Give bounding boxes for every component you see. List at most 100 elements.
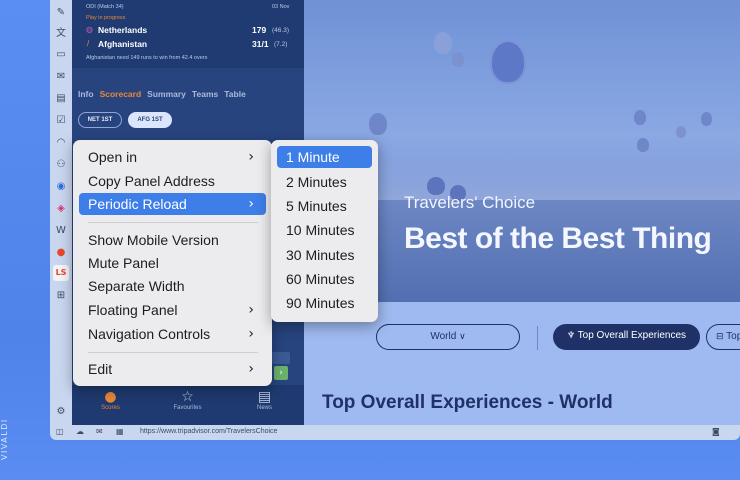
submenu-item-90-minutes[interactable]: 90 Minutes (277, 292, 372, 314)
menu-item-show-mobile-version[interactable]: Show Mobile Version (79, 229, 266, 251)
panel-toggle-icon[interactable]: ◫ (56, 427, 64, 436)
calendar-status-icon[interactable]: ▦ (116, 427, 124, 436)
submenu-item-5-minutes[interactable]: 5 Minutes (277, 195, 372, 217)
nav-news[interactable]: ▤ News (226, 389, 303, 411)
submenu-item-10-minutes[interactable]: 10 Minutes (277, 219, 372, 241)
tab-summary[interactable]: Summary (147, 89, 186, 99)
match-status: Play in progress (86, 15, 126, 21)
calendar-icon[interactable]: ▤ (54, 92, 68, 106)
settings-icon[interactable]: ⚙ (54, 405, 68, 419)
submenu-item-60-minutes[interactable]: 60 Minutes (277, 268, 372, 290)
menu-separator (88, 222, 258, 223)
match-tabs: Info Scorecard Summary Teams Table (78, 84, 252, 102)
balloon-icon (369, 113, 387, 135)
innings-net-button[interactable]: NET 1ST (78, 112, 122, 128)
notes-icon[interactable]: ✎ (54, 6, 68, 20)
mail-status-icon[interactable]: ✉ (96, 427, 103, 436)
section-title: Top Overall Experiences - World (322, 392, 613, 413)
livescore-panel-icon[interactable]: LS (53, 265, 69, 281)
bat-icon: / (87, 39, 90, 48)
menu-item-mute-panel[interactable]: Mute Panel (79, 252, 266, 274)
panel-badge (272, 352, 290, 364)
menu-item-separate-width-label: Separate Width (88, 278, 185, 294)
nav-favourites-label: Favourites (173, 405, 202, 411)
mail-icon[interactable]: ✉ (54, 70, 68, 84)
chevron-right-icon: › (248, 149, 254, 165)
balloon-icon (676, 126, 686, 138)
team2-name: Afghanistan (98, 39, 148, 49)
submenu-item-30-minutes[interactable]: 30 Minutes (277, 244, 372, 266)
submenu-item-1-minute[interactable]: 1 Minute (277, 146, 372, 168)
tab-scorecard[interactable]: Scorecard (100, 89, 142, 99)
menu-item-navigation-controls[interactable]: Navigation Controls › (79, 323, 266, 345)
team1-name: Netherlands (98, 25, 148, 35)
contacts-icon[interactable]: ⚇ (54, 158, 68, 172)
wikipedia-icon[interactable]: W (54, 224, 68, 238)
menu-item-navigation-label: Navigation Controls (88, 326, 211, 342)
match-type: ODI (Match 34) (86, 4, 124, 10)
top-overall-experiences-chip[interactable]: ♆ Top Overall Experiences (553, 324, 700, 350)
balloon-icon (634, 110, 646, 125)
nav-news-label: News (256, 405, 272, 411)
menu-item-copy-panel-address[interactable]: Copy Panel Address (79, 170, 266, 192)
chevron-down-icon: ∨ (459, 332, 466, 342)
tasks-icon[interactable]: ☑ (54, 114, 68, 128)
match-note: Afghanistan need 149 runs to win from 42… (86, 55, 208, 61)
translate-icon[interactable]: 文 (54, 27, 68, 41)
team1-score: 179 (252, 25, 267, 35)
top-attractions-label: Top Attractio (726, 331, 740, 342)
sync-cloud-icon[interactable]: ☁ (76, 427, 84, 436)
chevron-right-icon: › (248, 361, 254, 377)
chevron-right-icon: › (248, 196, 254, 212)
camera-icon[interactable]: ◙ (712, 427, 720, 436)
panel-context-menu: Open in › Copy Panel Address Periodic Rel… (73, 140, 272, 386)
tab-teams[interactable]: Teams (192, 89, 218, 99)
menu-item-mobile-label: Show Mobile Version (88, 232, 219, 248)
tab-info[interactable]: Info (78, 89, 94, 99)
pocket-icon[interactable]: ◈ (54, 202, 68, 216)
periodic-reload-submenu: 1 Minute 2 Minutes 5 Minutes 10 Minutes … (271, 140, 378, 322)
window-icon[interactable]: ▭ (54, 48, 68, 62)
hero-title: Best of the Best Thing (404, 222, 712, 255)
world-dropdown[interactable]: World ∨ (376, 324, 520, 350)
world-dropdown-label: World (430, 331, 457, 342)
top-overall-label: Top Overall Experiences (577, 330, 687, 341)
chevron-right-icon: › (248, 302, 254, 318)
balloon-icon (490, 40, 526, 84)
mastodon-icon[interactable]: ◉ (54, 180, 68, 194)
balloon-icon (637, 138, 649, 152)
nav-favourites[interactable]: ☆ Favourites (149, 389, 226, 411)
top-attractions-chip[interactable]: ⊟ Top Attractio (706, 324, 740, 350)
menu-item-mute-label: Mute Panel (88, 255, 159, 271)
menu-item-edit-label: Edit (88, 361, 113, 377)
menu-item-separate-width[interactable]: Separate Width (79, 275, 266, 297)
match-card[interactable]: ODI (Match 34) 03 Nov Play in progress ◍… (72, 0, 304, 68)
chevron-right-icon: › (248, 326, 254, 342)
team2-score: 31/1 (252, 39, 269, 49)
cricket-ball-icon: ● (104, 389, 117, 405)
balloon-icon (434, 32, 452, 54)
next-arrow-icon[interactable]: › (274, 366, 288, 380)
hero-subtitle: Travelers' Choice (404, 193, 536, 212)
status-url: https://www.tripadvisor.com/TravelersCho… (140, 428, 278, 435)
menu-item-floating-panel[interactable]: Floating Panel › (79, 299, 266, 321)
menu-item-edit[interactable]: Edit › (79, 358, 266, 380)
bottom-nav: ● Scores ☆ Favourites ▤ News (72, 385, 304, 425)
nav-scores[interactable]: ● Scores (72, 389, 149, 411)
feed-icon[interactable]: ◠ (54, 136, 68, 150)
ticket-icon: ⊟ (716, 332, 724, 342)
netherlands-flag-icon: ◍ (86, 25, 93, 34)
tab-table[interactable]: Table (224, 89, 246, 99)
web-panel-icon[interactable]: ● (54, 246, 68, 260)
team2-overs: (7.2) (274, 41, 288, 48)
add-panel-icon[interactable]: ⊞ (54, 289, 68, 303)
star-icon: ☆ (181, 389, 194, 405)
match-date: 03 Nov (272, 4, 290, 10)
submenu-item-2-minutes[interactable]: 2 Minutes (277, 171, 372, 193)
menu-item-open-in[interactable]: Open in › (79, 146, 266, 168)
team1-overs: (46.3) (272, 27, 289, 34)
menu-item-periodic-reload[interactable]: Periodic Reload › (79, 193, 266, 215)
innings-afg-button[interactable]: AFG 1ST (128, 112, 172, 128)
menu-item-periodic-reload-label: Periodic Reload (88, 196, 187, 212)
nav-scores-label: Scores (101, 405, 120, 411)
